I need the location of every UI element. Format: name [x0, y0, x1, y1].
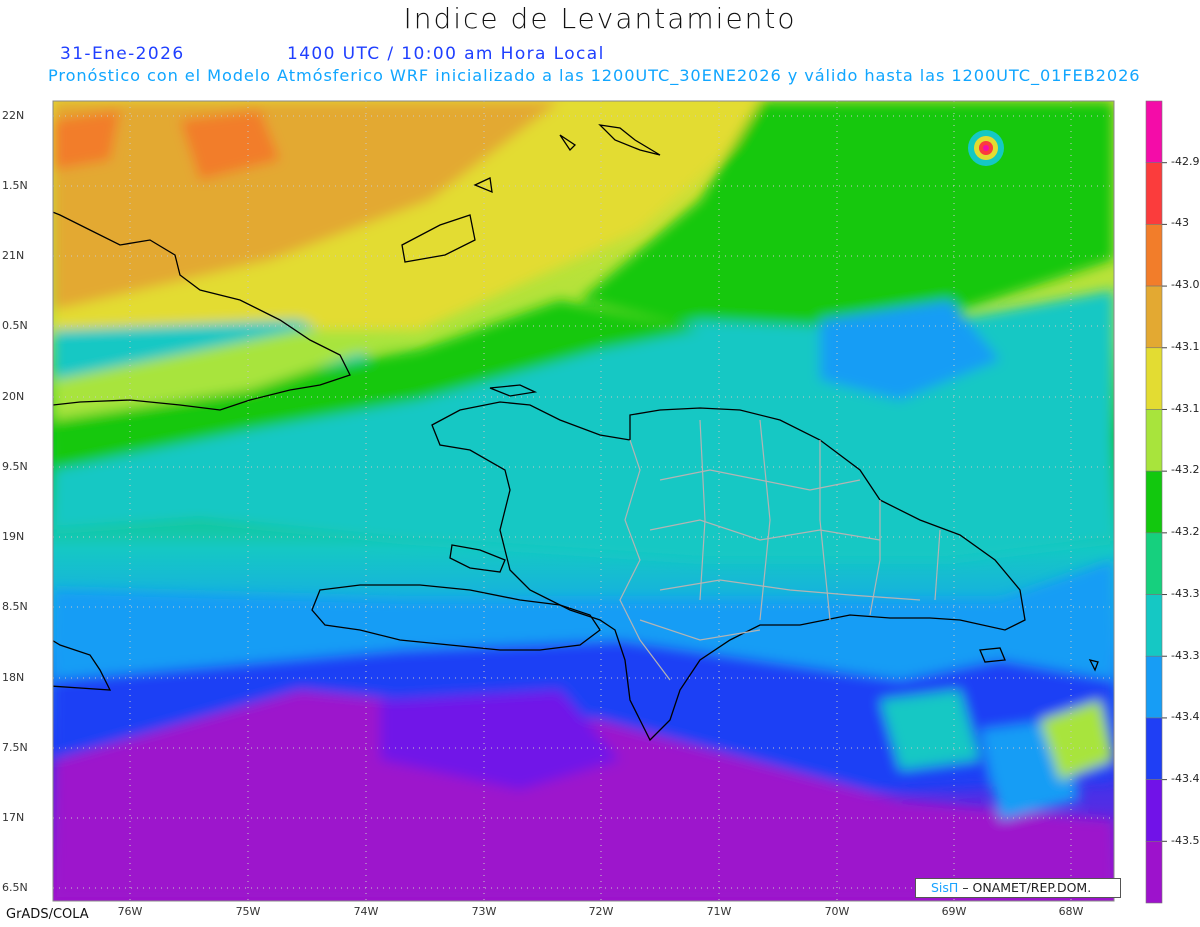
onamet-credit-text: – ONAMET/REP.DOM. [962, 880, 1092, 895]
legend-swatch [1145, 409, 1163, 472]
legend-colorbar [1145, 100, 1167, 904]
legend-swatch [1145, 285, 1163, 349]
onamet-credit-box: SisΠ – ONAMET/REP.DOM. [915, 878, 1121, 898]
lat-label: 0.5N [2, 319, 28, 332]
lat-label: 1.5N [2, 179, 28, 192]
legend-swatch [1145, 470, 1163, 534]
legend-label: -42.9 [1171, 155, 1200, 168]
lon-label: 74W [353, 905, 379, 918]
lat-label: 8.5N [2, 600, 28, 613]
hotspot-northeast [968, 130, 1004, 166]
lon-label: 70W [824, 905, 850, 918]
lat-label: 20N [2, 390, 25, 403]
color-field [53, 101, 1114, 901]
legend-swatch [1145, 655, 1163, 719]
legend-swatch [1145, 779, 1163, 842]
lifted-index-map [52, 100, 1167, 904]
lat-label: 18N [2, 671, 25, 684]
legend-label: -43 [1171, 216, 1189, 229]
legend-swatch [1145, 594, 1163, 657]
legend-swatch [1145, 841, 1163, 904]
lon-label: 71W [706, 905, 732, 918]
lat-label: 19N [2, 530, 25, 543]
lon-label: 72W [588, 905, 614, 918]
lon-label: 76W [117, 905, 143, 918]
lon-label: 73W [471, 905, 497, 918]
lat-label: 9.5N [2, 460, 28, 473]
sispi-logo-text: SisΠ [931, 880, 959, 895]
legend-label: -43.5 [1171, 834, 1200, 847]
lat-label: 6.5N [2, 881, 28, 894]
legend-swatch [1145, 532, 1163, 595]
legend-label: -43.2 [1171, 463, 1200, 476]
legend-swatch [1145, 100, 1163, 163]
legend-label: -43.1 [1171, 340, 1200, 353]
legend-label: -43.3 [1171, 587, 1200, 600]
legend-swatch [1145, 162, 1163, 225]
legend-label: -43.1 [1171, 402, 1200, 415]
legend-label: -43.4 [1171, 772, 1200, 785]
legend-label: -43.0 [1171, 278, 1200, 291]
legend-swatch [1145, 347, 1163, 410]
legend-label: -43.4 [1171, 710, 1200, 723]
legend-swatch [1145, 717, 1163, 780]
legend-label: -43.2 [1171, 525, 1200, 538]
lat-label: 7.5N [2, 741, 28, 754]
lon-label: 75W [235, 905, 261, 918]
lon-label: 68W [1058, 905, 1084, 918]
grads-credit: GrADS/COLA [6, 907, 89, 922]
lon-label: 69W [941, 905, 967, 918]
lat-label: 22N [2, 109, 25, 122]
lat-label: 21N [2, 249, 25, 262]
legend-label: -43.3 [1171, 649, 1200, 662]
legend-swatch [1145, 224, 1163, 287]
lat-label: 17N [2, 811, 25, 824]
